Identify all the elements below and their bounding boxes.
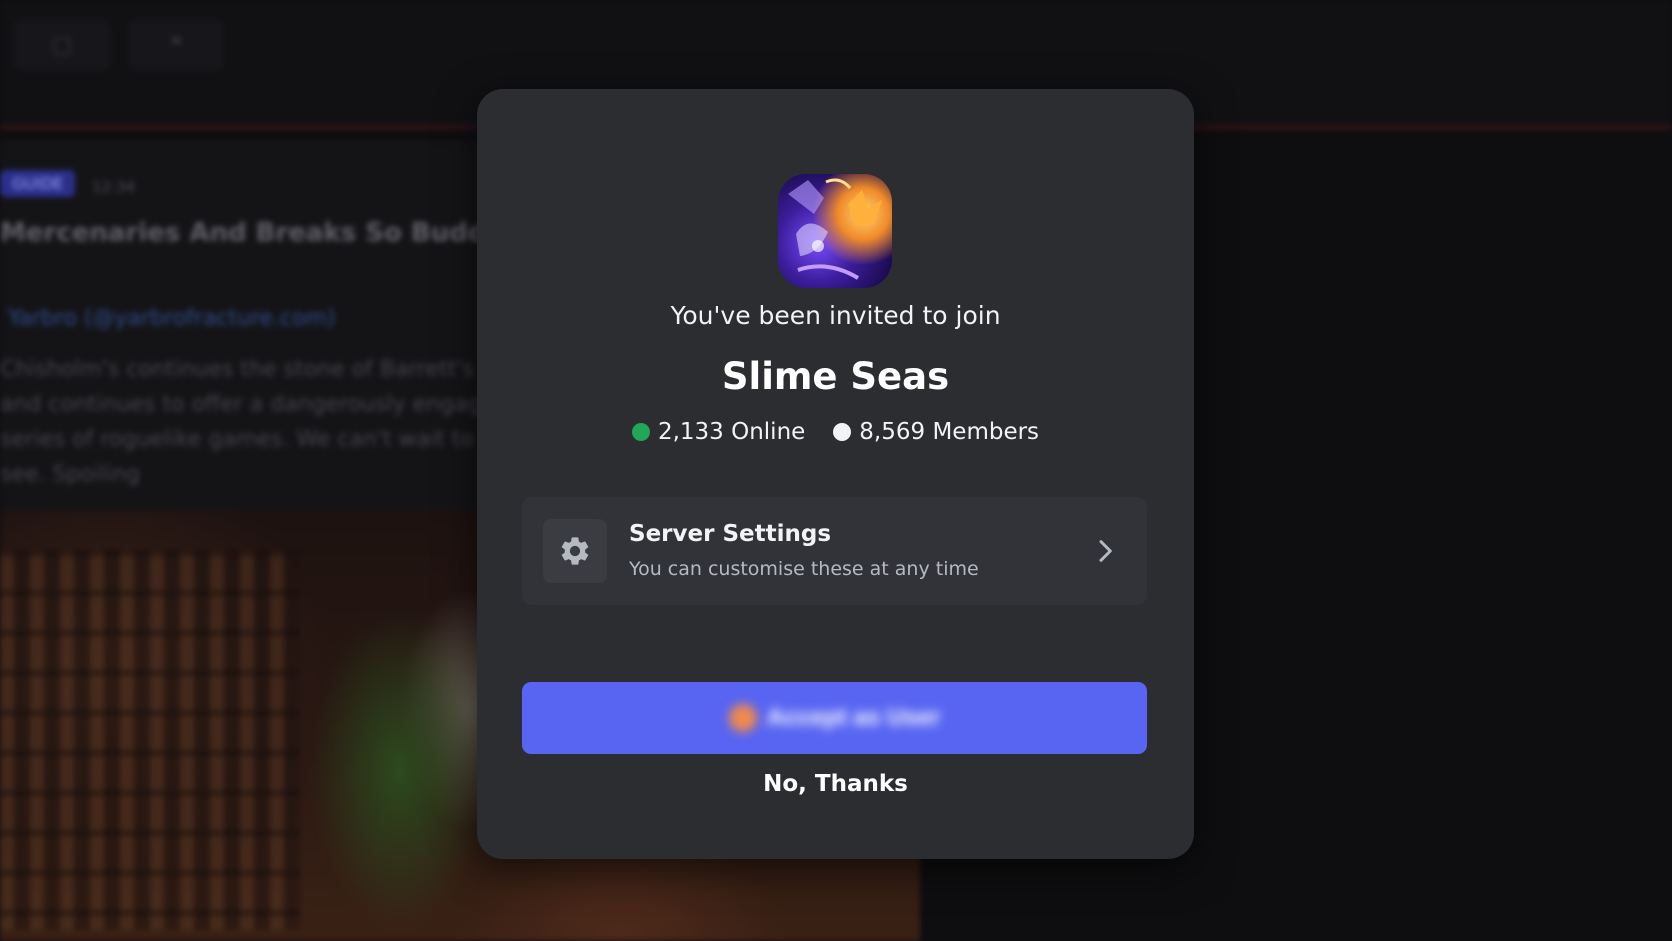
- members-label: 8,569 Members: [859, 419, 1040, 445]
- server-icon: [778, 174, 892, 288]
- server-settings-card[interactable]: Server Settings You can customise these …: [522, 497, 1147, 605]
- screen: ▢ ❝ GUIDE 12:34 Mercenaries And Breaks S…: [0, 0, 1672, 941]
- gear-icon: [543, 519, 607, 583]
- background-headline: Mercenaries And Breaks So Buddy: [0, 218, 504, 248]
- server-name: Slime Seas: [721, 355, 950, 398]
- settings-subtitle: You can customise these at any time: [629, 558, 979, 580]
- members-dot-icon: [833, 423, 852, 441]
- decline-link[interactable]: No, Thanks: [477, 771, 1194, 797]
- background-tag: GUIDE: [0, 170, 76, 197]
- online-dot-icon: [631, 423, 650, 441]
- accept-label: Accept as User: [766, 704, 941, 731]
- accept-invite-button[interactable]: Accept as User: [522, 682, 1147, 754]
- chevron-right-icon: [1099, 540, 1112, 562]
- online-count: 2,133 Online: [631, 419, 806, 445]
- background-link: Yarbro (@yarbrofracture.com): [8, 306, 336, 331]
- accept-button-content: Accept as User: [728, 704, 941, 732]
- bookmark-icon: ▢: [14, 20, 110, 70]
- server-stats: 2,133 Online 8,569 Members: [477, 419, 1194, 445]
- online-label: 2,133 Online: [657, 419, 806, 445]
- user-avatar: [728, 704, 757, 732]
- member-count: 8,569 Members: [833, 419, 1039, 445]
- invite-modal: You've been invited to join Slime Seas 2…: [477, 89, 1194, 859]
- background-meta: 12:34: [92, 178, 136, 196]
- invite-subtitle: You've been invited to join: [670, 301, 1001, 330]
- settings-title: Server Settings: [629, 521, 832, 547]
- background-paragraph: Chisholm's continues the stone of Barret…: [0, 357, 516, 487]
- quote-icon: ❝: [128, 20, 224, 70]
